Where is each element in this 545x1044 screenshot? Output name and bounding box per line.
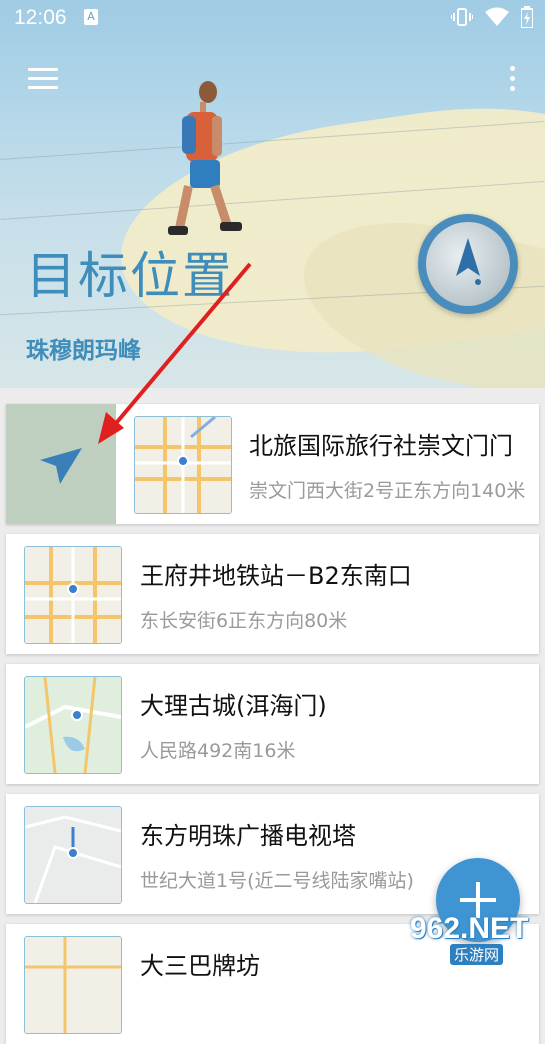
more-vertical-icon[interactable]	[506, 66, 518, 94]
navigate-button[interactable]	[6, 404, 116, 524]
location-name: 东方明珠广播电视塔	[140, 822, 356, 850]
location-map-thumbnail	[24, 546, 122, 644]
watermark-logo: 962.NET 乐游网	[410, 912, 529, 965]
vibrate-icon	[451, 8, 473, 26]
battery-charging-icon	[521, 6, 533, 28]
location-map-thumbnail	[134, 416, 232, 514]
status-bar: 12:06 A	[0, 0, 545, 36]
location-map-thumbnail	[24, 806, 122, 904]
list-item[interactable]: 北旅国际旅行社崇文门门 崇文门西大街2号正东方向140米	[6, 404, 539, 524]
hamburger-menu-icon[interactable]	[28, 68, 58, 90]
page-title: 目标位置	[26, 247, 234, 305]
location-address: 崇文门西大街2号正东方向140米	[249, 480, 526, 502]
location-name: 王府井地铁站－B2东南口	[140, 562, 412, 590]
location-address: 东长安街6正东方向80米	[140, 610, 348, 632]
header-banner: 12:06 A 目标位置 珠穆朗玛峰	[0, 0, 545, 388]
traveler-figure	[168, 81, 242, 235]
location-name: 大理古城(洱海门)	[140, 692, 327, 720]
navigation-arrow-icon	[40, 448, 82, 484]
list-item[interactable]: 大理古城(洱海门) 人民路492南16米	[6, 664, 539, 784]
location-map-thumbnail	[24, 936, 122, 1034]
notification-icon: A	[84, 9, 98, 25]
list-item[interactable]: 王府井地铁站－B2东南口 东长安街6正东方向80米	[6, 534, 539, 654]
location-map-thumbnail	[24, 676, 122, 774]
wifi-icon	[485, 7, 509, 26]
location-name: 北旅国际旅行社崇文门门	[249, 432, 513, 460]
compass-navigation-icon[interactable]	[418, 214, 518, 314]
status-time: 12:06	[14, 6, 67, 29]
target-location-name[interactable]: 珠穆朗玛峰	[26, 331, 141, 365]
location-address: 人民路492南16米	[140, 740, 296, 762]
